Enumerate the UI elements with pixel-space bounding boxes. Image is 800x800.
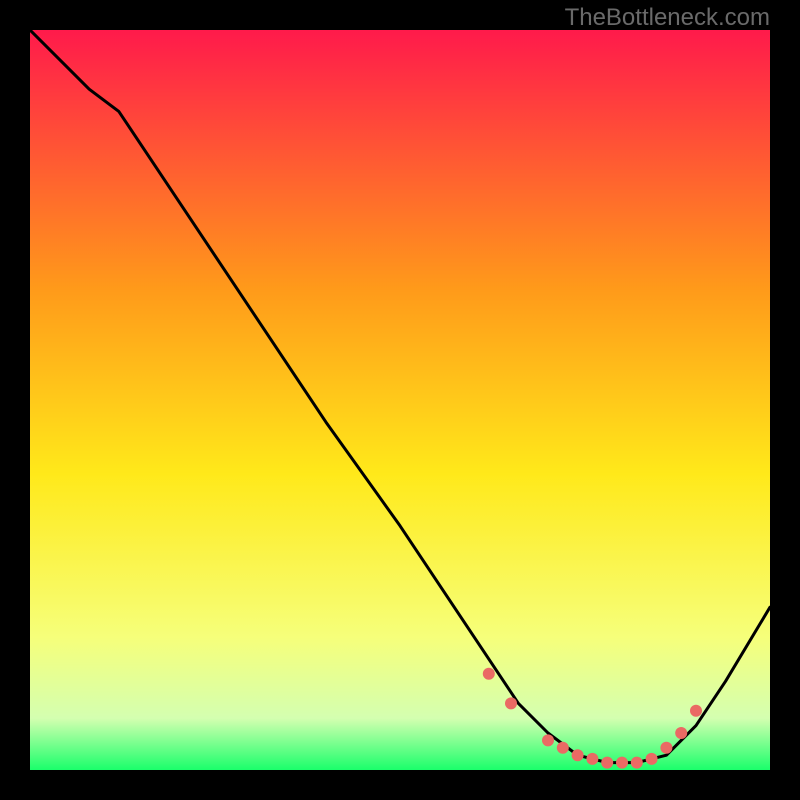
plot-area bbox=[30, 30, 770, 770]
marker-dot bbox=[505, 697, 517, 709]
marker-dot bbox=[675, 727, 687, 739]
gradient-bg bbox=[30, 30, 770, 770]
marker-dot bbox=[586, 753, 598, 765]
marker-dot bbox=[483, 668, 495, 680]
marker-dot bbox=[572, 749, 584, 761]
marker-dot bbox=[616, 757, 628, 769]
marker-dot bbox=[601, 757, 613, 769]
watermark-text: TheBottleneck.com bbox=[565, 4, 770, 32]
marker-dot bbox=[660, 742, 672, 754]
chart-svg bbox=[30, 30, 770, 770]
marker-dot bbox=[690, 705, 702, 717]
chart-frame: TheBottleneck.com bbox=[0, 0, 800, 800]
marker-dot bbox=[557, 742, 569, 754]
marker-dot bbox=[542, 734, 554, 746]
marker-dot bbox=[646, 753, 658, 765]
marker-dot bbox=[631, 757, 643, 769]
